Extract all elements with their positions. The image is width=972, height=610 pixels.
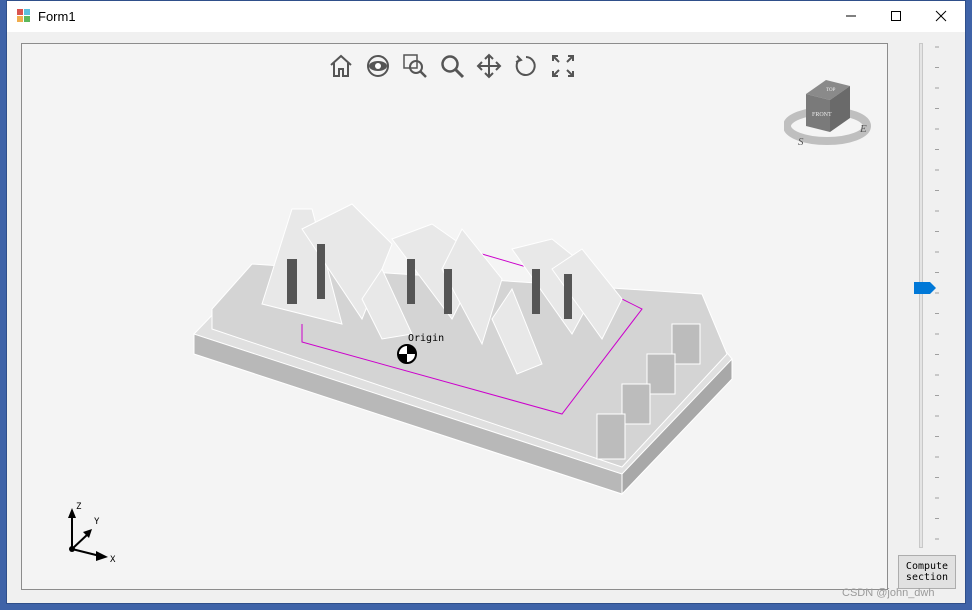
zoom-window-button[interactable]	[401, 52, 429, 80]
compute-section-button[interactable]: Compute section	[898, 555, 956, 589]
close-button[interactable]	[918, 1, 964, 32]
3d-viewport[interactable]: FRONT TOP S E Origin Z Y X	[21, 43, 888, 590]
rotate-button[interactable]	[512, 52, 540, 80]
app-icon	[17, 9, 30, 22]
minimize-icon	[845, 9, 857, 25]
axis-z-label: Z	[76, 502, 82, 512]
axis-x-label: X	[110, 555, 116, 565]
window-title: Form1	[38, 9, 76, 24]
pan-button[interactable]	[475, 52, 503, 80]
home-button[interactable]	[327, 52, 355, 80]
compass-s-label: S	[798, 136, 804, 148]
compute-button-line2: section	[905, 572, 949, 583]
cube-front-label: FRONT	[812, 112, 832, 118]
cube-top-label: TOP	[826, 88, 836, 93]
watermark: CSDN @john_dwh	[842, 587, 935, 599]
maximize-button[interactable]	[873, 1, 919, 32]
axis-triad: Z Y X	[68, 502, 116, 565]
view-button[interactable]	[364, 52, 392, 80]
mold-base-model	[193, 203, 733, 496]
zoom-button[interactable]	[438, 52, 466, 80]
origin-label: Origin	[408, 333, 445, 344]
zoom-window-icon	[403, 54, 427, 78]
app-window: Form1 FRONT TOP S E Origin Z Y X Compute…	[6, 0, 966, 604]
minimize-button[interactable]	[828, 1, 874, 32]
close-icon	[935, 9, 947, 25]
zoom-icon	[441, 55, 465, 79]
compute-button-line1: Compute	[905, 561, 949, 572]
axis-y-label: Y	[94, 517, 100, 527]
pan-icon	[476, 53, 502, 79]
maximize-icon	[890, 9, 902, 25]
title-bar: Form1	[7, 1, 965, 32]
section-slider-thumb[interactable]	[914, 282, 936, 294]
section-slider-track[interactable]	[919, 43, 923, 548]
rotate-icon	[515, 55, 536, 76]
fit-all-icon	[552, 55, 574, 77]
fit-all-button[interactable]	[549, 52, 577, 80]
view-cube[interactable]: FRONT TOP S E	[784, 74, 874, 154]
eye-icon	[367, 55, 389, 77]
home-icon	[330, 54, 352, 77]
section-slider-ticks	[935, 46, 939, 540]
compass-e-label: E	[859, 123, 867, 135]
